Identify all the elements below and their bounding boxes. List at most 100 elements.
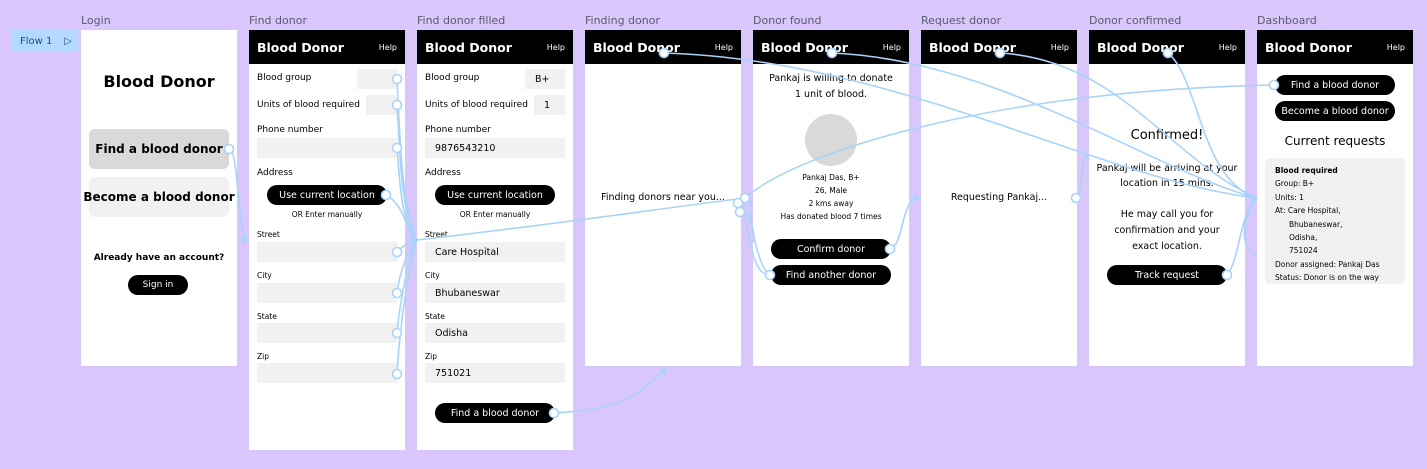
frame-label-donor-confirmed[interactable]: Donor confirmed	[1089, 14, 1181, 27]
arrowhead	[659, 367, 667, 374]
find-another-donor-button[interactable]: Find another donor	[771, 265, 891, 285]
requesting-message: Requesting Pankaj...	[950, 192, 1048, 203]
help-link[interactable]: Help	[1051, 43, 1069, 52]
app-title: Blood Donor	[103, 72, 215, 91]
play-icon: ▷	[64, 35, 72, 47]
frame-label-dashboard[interactable]: Dashboard	[1257, 14, 1317, 27]
frame-dashboard[interactable]: Blood Donor Help Find a blood donor Beco…	[1257, 30, 1413, 366]
app-header: Blood Donor Help	[921, 30, 1077, 64]
frame-finding-donor[interactable]: Blood Donor Help Finding donors near you…	[585, 30, 741, 366]
header-title: Blood Donor	[593, 39, 680, 55]
frame-request-donor[interactable]: Blood Donor Help Requesting Pankaj...	[921, 30, 1077, 366]
zip-label: Zip	[425, 352, 437, 361]
frame-donor-confirmed[interactable]: Blood Donor Help Confirmed! Pankaj will …	[1089, 30, 1245, 366]
request-location-line2: Bhubaneswar,	[1289, 219, 1343, 229]
help-link[interactable]: Help	[1387, 43, 1405, 52]
help-link[interactable]: Help	[547, 43, 565, 52]
app-header: Blood Donor Help	[585, 30, 741, 64]
request-card[interactable]: Blood required Group: B+ Units: 1 At: Ca…	[1265, 158, 1405, 284]
blood-group-field[interactable]: B+	[525, 69, 565, 89]
help-link[interactable]: Help	[715, 43, 733, 52]
city-label: City	[257, 271, 272, 280]
arrowhead	[410, 236, 417, 244]
request-card-title: Blood required	[1275, 166, 1338, 175]
arrowhead	[1250, 194, 1257, 202]
frame-login[interactable]: Blood Donor Find a blood donor Become a …	[81, 30, 237, 366]
current-requests-heading: Current requests	[1284, 134, 1386, 148]
street-label: Street	[425, 230, 448, 239]
app-header: Blood Donor Help	[1089, 30, 1245, 64]
state-field[interactable]: Odisha	[425, 323, 565, 343]
connector-request-card	[1243, 197, 1258, 256]
phone-field[interactable]	[257, 138, 397, 158]
app-header: Blood Donor Help	[417, 30, 573, 64]
units-field[interactable]: 1	[534, 95, 565, 115]
request-donor-assigned: Donor assigned: Pankaj Das	[1275, 259, 1380, 269]
phone-field[interactable]: 9876543210	[425, 138, 565, 158]
header-title: Blood Donor	[425, 39, 512, 55]
call-line2: confirmation and your	[1114, 225, 1220, 236]
city-field[interactable]	[257, 283, 397, 303]
connector-finding-to-found	[739, 211, 755, 243]
frame-label-request-donor[interactable]: Request donor	[921, 14, 1001, 27]
header-title: Blood Donor	[257, 39, 344, 55]
frame-label-login[interactable]: Login	[81, 14, 111, 27]
use-location-button[interactable]: Use current location	[267, 185, 387, 205]
app-header: Blood Donor Help	[753, 30, 909, 64]
willing-message-line2: 1 unit of blood.	[794, 89, 867, 100]
use-location-button[interactable]: Use current location	[435, 185, 555, 205]
flow-start-tag[interactable]: Flow 1 ▷	[12, 30, 78, 52]
help-link[interactable]: Help	[1219, 43, 1237, 52]
arrowhead	[242, 236, 249, 244]
address-label: Address	[257, 168, 293, 178]
blood-group-label: Blood group	[257, 73, 312, 83]
find-donor-button[interactable]: Find a blood donor	[89, 129, 229, 169]
frame-label-find-donor[interactable]: Find donor	[249, 14, 307, 27]
donor-name: Pankaj Das, B+	[802, 173, 860, 182]
frame-label-finding-donor[interactable]: Finding donor	[585, 14, 660, 27]
become-donor-button[interactable]: Become a blood donor	[83, 177, 235, 217]
header-title: Blood Donor	[1265, 39, 1352, 55]
blood-group-label: Blood group	[425, 73, 480, 83]
zip-field[interactable]	[257, 363, 397, 383]
city-field[interactable]: Bhubaneswar	[425, 283, 565, 303]
units-field[interactable]	[366, 95, 397, 115]
app-header: Blood Donor Help	[249, 30, 405, 64]
find-donor-button[interactable]: Find a blood donor	[435, 403, 555, 423]
find-donor-button[interactable]: Find a blood donor	[1275, 75, 1395, 95]
header-title: Blood Donor	[761, 39, 848, 55]
street-field[interactable]: Care Hospital	[425, 242, 565, 262]
units-label: Units of blood required	[257, 100, 360, 110]
request-status: Status: Donor is on the way	[1275, 273, 1379, 283]
frame-find-donor[interactable]: Blood Donor Help Blood group Units of bl…	[249, 30, 405, 450]
app-header: Blood Donor Help	[1257, 30, 1413, 64]
zip-field[interactable]: 751021	[425, 363, 565, 383]
help-link[interactable]: Help	[379, 43, 397, 52]
connector-handle	[739, 192, 751, 204]
help-link[interactable]: Help	[883, 43, 901, 52]
street-field[interactable]	[257, 242, 397, 262]
confirmed-heading: Confirmed!	[1130, 128, 1204, 143]
state-field[interactable]	[257, 323, 397, 343]
frame-label-find-donor-filled[interactable]: Find donor filled	[417, 14, 505, 27]
or-manual-text: OR Enter manually	[291, 210, 363, 219]
frame-find-donor-filled[interactable]: Blood Donor Help Blood group B+ Units of…	[417, 30, 573, 450]
request-location-line3: Odisha,	[1289, 233, 1318, 243]
header-title: Blood Donor	[1097, 39, 1184, 55]
call-line3: exact location.	[1132, 241, 1202, 252]
sign-in-button[interactable]: Sign in	[128, 275, 188, 295]
flow-label: Flow 1	[20, 35, 53, 47]
track-request-button[interactable]: Track request	[1107, 265, 1227, 285]
city-label: City	[425, 271, 440, 280]
confirm-donor-button[interactable]: Confirm donor	[771, 239, 891, 259]
units-label: Units of blood required	[425, 100, 528, 110]
frame-donor-found[interactable]: Blood Donor Help Pankaj is willing to do…	[753, 30, 909, 366]
call-line1: He may call you for	[1120, 209, 1214, 220]
become-donor-button[interactable]: Become a blood donor	[1275, 101, 1395, 121]
willing-message-line1: Pankaj is willing to donate	[769, 73, 893, 84]
frame-label-donor-found[interactable]: Donor found	[753, 14, 821, 27]
street-label: Street	[257, 230, 280, 239]
state-label: State	[425, 312, 445, 321]
request-location-line1: At: Care Hospital,	[1275, 206, 1341, 216]
blood-group-field[interactable]	[357, 69, 397, 89]
